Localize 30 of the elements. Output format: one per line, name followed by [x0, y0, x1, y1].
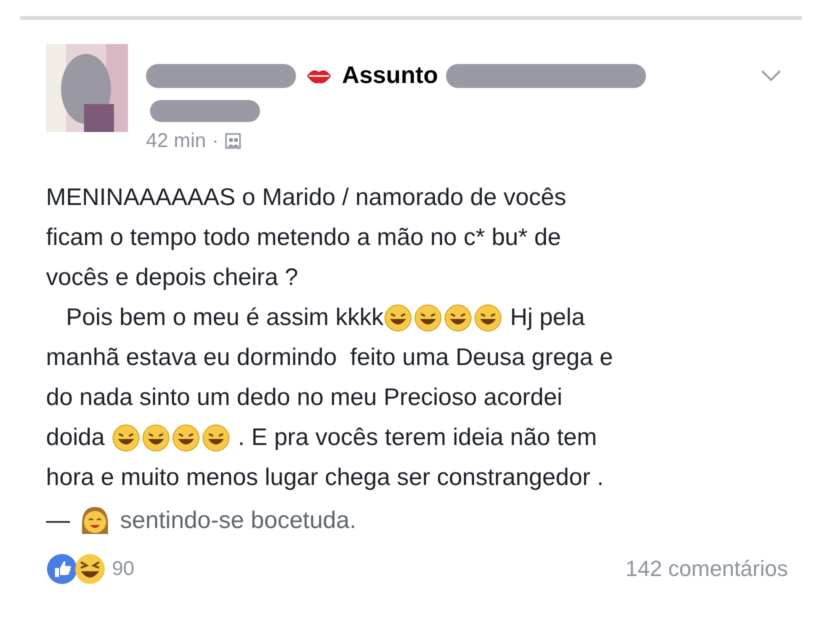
laughing-emoji-icon: [142, 424, 170, 452]
laughing-emoji-icon: [112, 424, 140, 452]
reaction-count[interactable]: 90: [112, 554, 134, 584]
post-time[interactable]: 42 min: [146, 126, 206, 156]
post-text: vocês e depois cheira ?: [46, 263, 298, 293]
laughing-emoji-icon: [474, 304, 502, 332]
post-text: doida: [46, 423, 106, 453]
feeling-text: sentindo-se bocetuda.: [120, 506, 356, 536]
post-text: ficam o tempo todo metendo a mão no c* bu* de: [46, 223, 561, 253]
laughing-emoji-icon: [414, 304, 442, 332]
post-text: . E pra vocês terem ideia não tem: [237, 423, 597, 453]
separator-dot: ·: [212, 129, 219, 154]
group-icon: [224, 133, 241, 149]
lips-icon: [306, 67, 332, 85]
chevron-down-icon[interactable]: [760, 69, 782, 83]
post-text: manhã estava eu dormindo feito uma Deusa grega e: [46, 343, 614, 373]
post-text: hora e muito menos lugar chega ser constrangedor .: [46, 463, 604, 493]
comments-count[interactable]: 142 comentários: [625, 552, 788, 585]
post-text: MENINAAAAAAS o Marido / namorado de vocês: [46, 183, 566, 213]
laughing-emoji-icon: [202, 424, 230, 452]
post-text: do nada sinto um dedo no meu Precioso acordei: [46, 383, 562, 413]
like-reaction-icon: [46, 552, 78, 584]
post-text: Hj pela: [509, 303, 585, 333]
laughing-emoji-icon: [384, 304, 412, 332]
laughing-emoji-icon: [444, 304, 472, 332]
subject-label: Assunto: [342, 61, 438, 91]
post-text: Pois bem o meu é assim kkkk: [65, 303, 384, 333]
dash: —: [46, 506, 70, 536]
laughing-emoji-icon: [172, 424, 200, 452]
laughing-reaction-icon: [74, 552, 106, 584]
